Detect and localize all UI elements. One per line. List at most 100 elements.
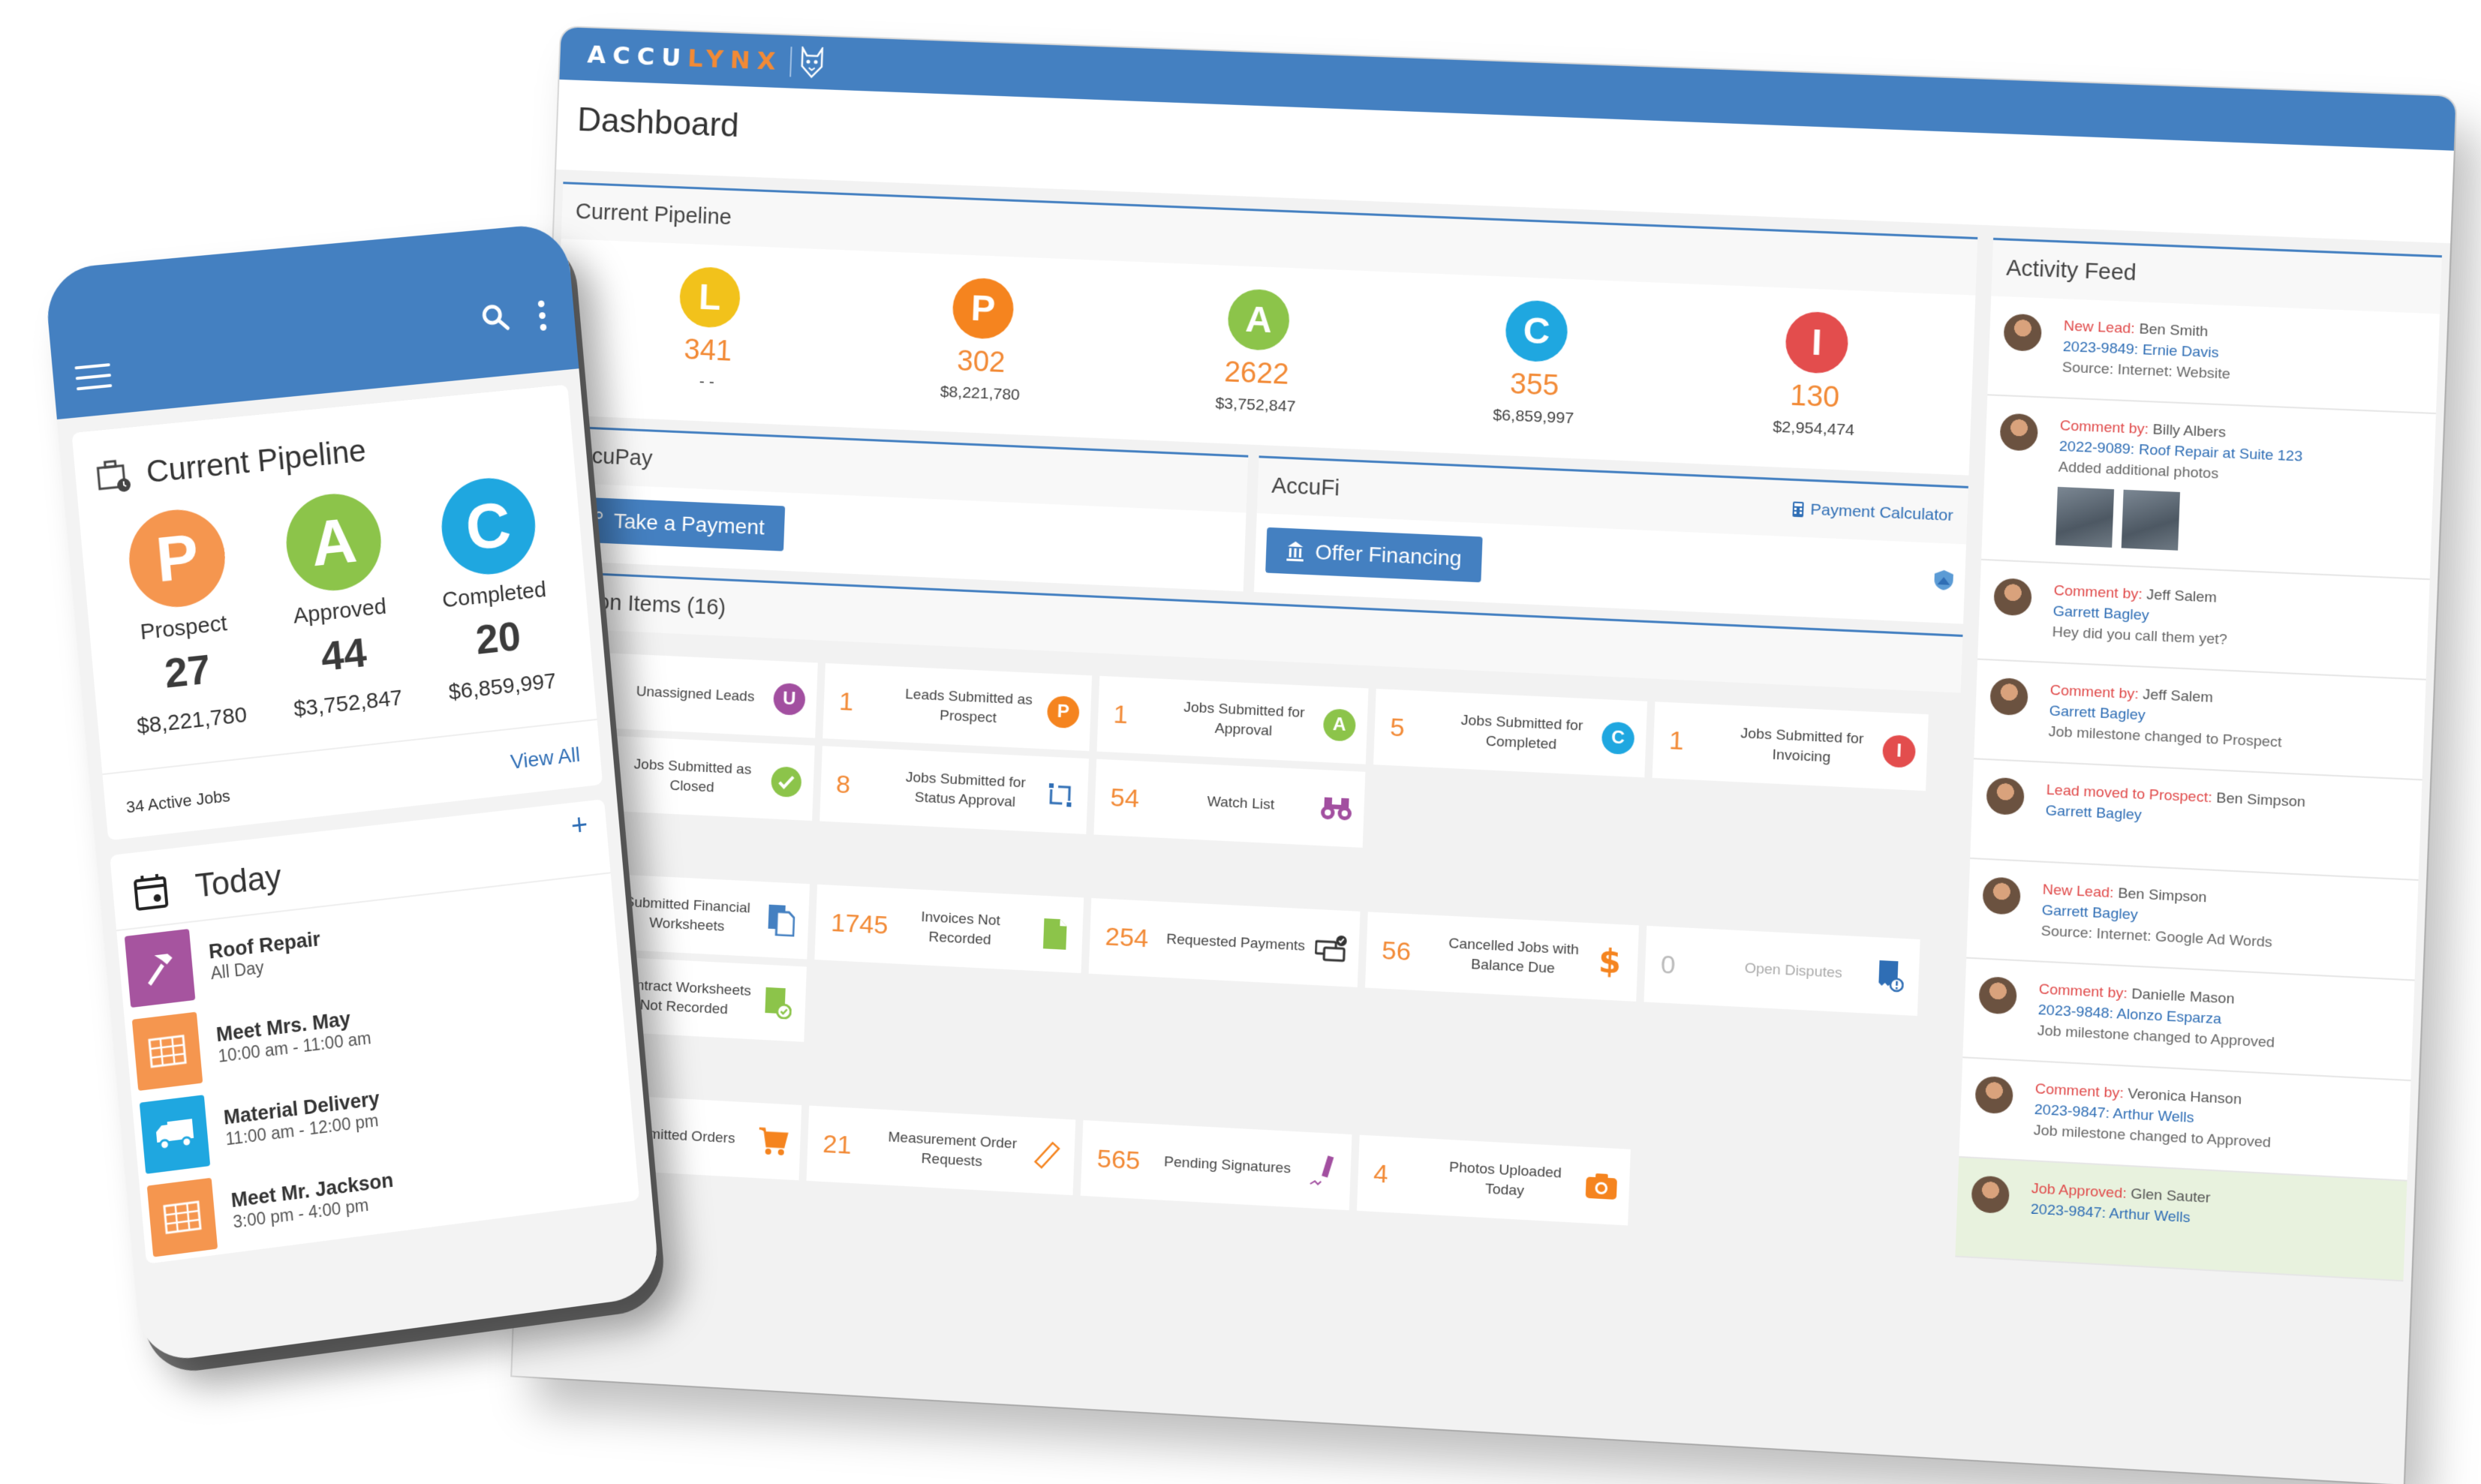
- stage-count: 341: [683, 334, 732, 368]
- pipeline-stage-completed[interactable]: C 355 $6,859,997: [1433, 296, 1637, 430]
- button-label: Take a Payment: [613, 509, 765, 539]
- roof-photo-thumbnail[interactable]: [2121, 489, 2181, 551]
- stage-count: 20: [474, 611, 523, 663]
- mobile-pipeline-stage-completed[interactable]: C Completed 20 $6,859,997: [430, 473, 557, 706]
- check-circle-icon: [769, 765, 804, 799]
- button-label: Offer Financing: [1314, 539, 1463, 570]
- payment-calculator-link[interactable]: Payment Calculator: [1791, 500, 1953, 525]
- mobile-pipeline-stage-approved[interactable]: A Approved 44 $3,752,847: [275, 488, 404, 722]
- action-item-card[interactable]: 4 Photos Uploaded Today: [1356, 1134, 1631, 1226]
- link-label: Payment Calculator: [1809, 500, 1954, 524]
- stage-badge-icon: I: [1785, 311, 1849, 375]
- avatar: [1974, 1075, 2014, 1115]
- action-item-count: 56: [1381, 936, 1412, 966]
- stage-badge-icon: C: [1504, 299, 1569, 363]
- pen-icon: [1306, 1153, 1341, 1188]
- action-item-card[interactable]: 0 Open Disputes: [1643, 925, 1920, 1017]
- hamburger-menu-icon[interactable]: [74, 363, 113, 391]
- active-jobs-count: 34 Active Jobs: [125, 786, 231, 817]
- action-items-panel: Action Items (16) 24Unassigned LeadsU1Le…: [526, 570, 1963, 1269]
- activity-actor: Danielle Mason: [2131, 986, 2235, 1008]
- action-item-label: Requested Payments: [1165, 931, 1306, 954]
- bank-icon: [1286, 541, 1304, 562]
- roof-photo-thumbnail[interactable]: [2055, 486, 2115, 548]
- action-item-card[interactable]: 565 Pending Signatures: [1080, 1120, 1352, 1211]
- activity-type: New Lead:: [2042, 882, 2115, 902]
- action-item-card[interactable]: 21 Measurement Order Requests: [806, 1105, 1076, 1196]
- ruler-icon: [1030, 1139, 1064, 1174]
- activity-actor: Ben Simpson: [2117, 885, 2207, 906]
- action-item-card[interactable]: 1 Jobs Submitted for Invoicing I: [1652, 701, 1929, 792]
- action-item-card[interactable]: 8 Jobs Submitted for Status Approval: [819, 746, 1090, 834]
- acculynx-logo[interactable]: ACCULYNX: [587, 40, 783, 76]
- avatar: [1982, 876, 2022, 915]
- accufi-panel: AccuFi Payment Calculator Offer Financin…: [1253, 455, 1968, 624]
- activity-type: Job Approved:: [2031, 1180, 2128, 1202]
- action-items-body: 24Unassigned LeadsU1Leads Submitted as P…: [526, 627, 1961, 1269]
- shield-icon: [1934, 569, 1954, 591]
- action-item-card[interactable]: 54 Watch List: [1093, 759, 1366, 848]
- offer-financing-button[interactable]: Offer Financing: [1265, 527, 1483, 583]
- add-event-button[interactable]: +: [570, 809, 589, 843]
- badge-letter: P: [1046, 695, 1080, 729]
- activity-type: Comment by:: [2038, 981, 2128, 1002]
- activity-text: New Lead: Ben Smith 2023-9849: Ernie Dav…: [2061, 316, 2232, 387]
- stage-amount: $3,752,847: [292, 685, 404, 722]
- action-item-label: Jobs Submitted for Approval: [1183, 699, 1306, 740]
- pipeline-stage-approved[interactable]: A 2622 $3,752,847: [1156, 285, 1359, 419]
- activity-text: New Lead: Ben Simpson Garrett Bagley Sour…: [2040, 879, 2274, 955]
- panel-title: AccuFi: [1271, 473, 1340, 501]
- stage-count: 302: [956, 345, 1006, 380]
- hammer-icon: [124, 928, 196, 1008]
- action-item-card[interactable]: 5 Jobs Submitted for Completed C: [1373, 688, 1648, 778]
- activity-type: Comment by:: [2053, 582, 2143, 603]
- mobile-app-phone: Current Pipeline P Prospect 27 $8,221,78…: [44, 222, 661, 1365]
- dollar-icon: $: [1592, 945, 1628, 980]
- action-item-count: 8: [835, 769, 851, 799]
- activity-text: Comment by: Jeff Salem Garrett Bagley Job…: [2048, 680, 2284, 755]
- action-item-card[interactable]: 56 Cancelled Jobs with Balance Due $: [1364, 912, 1639, 1002]
- stage-count: 130: [1789, 380, 1840, 414]
- action-item-card[interactable]: 1745 Invoices Not Recorded: [814, 884, 1084, 974]
- action-item-count: 1: [1112, 699, 1129, 729]
- activity-actor: Glen Sauter: [2130, 1185, 2211, 1206]
- action-item-card[interactable]: 1 Jobs Submitted for Approval A: [1096, 675, 1369, 765]
- lynx-head-icon: [798, 47, 825, 79]
- action-item-label: Open Disputes: [1744, 960, 1843, 982]
- activity-actor: Jeff Salem: [2146, 587, 2218, 606]
- action-item-count: 1: [1668, 725, 1685, 756]
- pipeline-stage-prospect[interactable]: P 302 $8,221,780: [881, 275, 1083, 407]
- document-icon: [1038, 917, 1072, 952]
- activity-feed-item[interactable]: Comment by: Billy Albers 2022-9089: Roof…: [1981, 395, 2436, 581]
- calendar-grid-icon: [146, 1177, 218, 1257]
- mobile-pipeline-card: Current Pipeline P Prospect 27 $8,221,78…: [71, 384, 603, 841]
- action-item-count: 4: [1373, 1158, 1389, 1189]
- camera-icon: [1583, 1168, 1619, 1203]
- badge-letter: I: [1881, 734, 1917, 768]
- truck-icon: [139, 1095, 211, 1174]
- activity-text: Lead moved to Prospect: Ben Simpson Garr…: [2044, 780, 2305, 857]
- badge-letter: U: [772, 682, 806, 716]
- action-item-card[interactable]: 254 Requested Payments: [1088, 897, 1361, 987]
- activity-text: Comment by: Veronica Hanson 2023-9847: A…: [2033, 1079, 2272, 1156]
- event-text: Meet Mrs. May 10:00 am - 11:00 am: [215, 1005, 372, 1067]
- avatar: [1989, 677, 2029, 716]
- action-item-label: Unassigned Leads: [636, 683, 755, 705]
- activity-feed-item[interactable]: New Lead: Ben Smith 2023-9849: Ernie Dav…: [1987, 296, 2440, 415]
- payment-check-icon: [1314, 930, 1349, 966]
- stage-amount: - -: [699, 373, 715, 391]
- search-icon[interactable]: [480, 302, 511, 334]
- stage-label: Prospect: [139, 611, 228, 645]
- action-item-label: Jobs Submitted as Closed: [633, 756, 752, 796]
- pipeline-stage-lead[interactable]: L 341 - -: [609, 263, 808, 395]
- mobile-pipeline-stage-prospect[interactable]: P Prospect 27 $8,221,780: [118, 504, 248, 739]
- view-all-link[interactable]: View All: [510, 743, 581, 774]
- activity-actor: Ben Smith: [2138, 321, 2209, 341]
- stage-amount: $3,752,847: [1215, 394, 1296, 416]
- stage-amount: $8,221,780: [135, 702, 248, 739]
- action-item-label: Jobs Submitted for Invoicing: [1740, 725, 1864, 766]
- more-options-icon[interactable]: [537, 300, 547, 332]
- action-item-card[interactable]: 1 Leads Submitted as Prospect P: [822, 662, 1093, 752]
- stage-count: 355: [1509, 368, 1560, 403]
- pipeline-stage-invoiced[interactable]: I 130 $2,954,474: [1713, 308, 1920, 442]
